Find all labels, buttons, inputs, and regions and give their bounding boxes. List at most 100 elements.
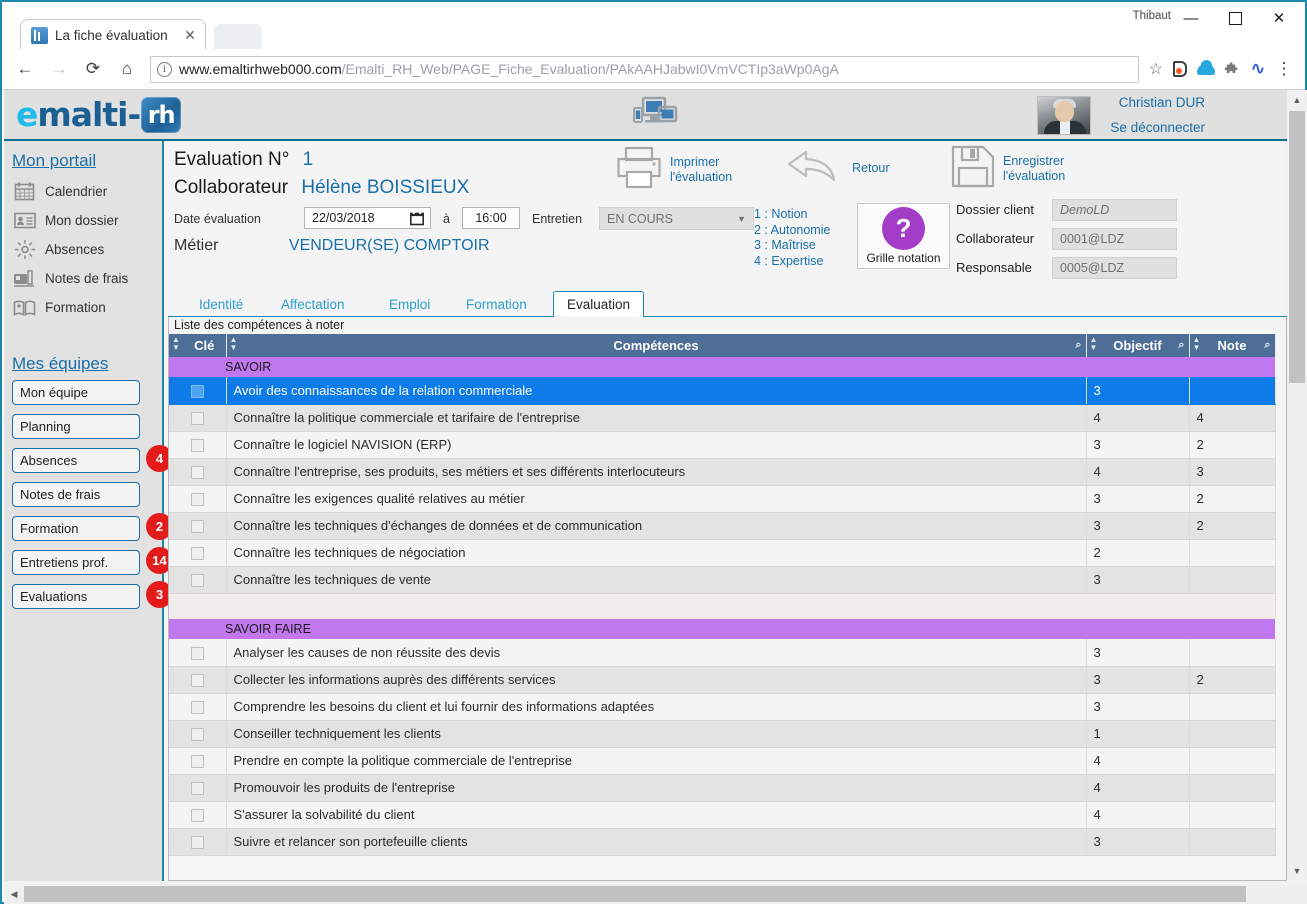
note-cell[interactable] xyxy=(1189,566,1276,594)
row-checkbox[interactable] xyxy=(190,701,204,715)
row-checkbox-cell[interactable] xyxy=(169,512,227,540)
sidebar-button-notes-de-frais[interactable]: Notes de frais xyxy=(12,482,140,507)
row-checkbox-cell[interactable] xyxy=(169,431,227,459)
tab-close-icon[interactable]: ✕ xyxy=(181,26,199,44)
row-checkbox[interactable] xyxy=(190,646,204,660)
entretien-select[interactable]: EN COURS ▼ xyxy=(599,207,754,230)
table-row[interactable]: Connaître les techniques de vente 3 xyxy=(169,566,1276,594)
row-checkbox[interactable] xyxy=(190,782,204,796)
objectif-cell[interactable]: 1 xyxy=(1086,720,1190,748)
note-cell[interactable]: 2 xyxy=(1189,431,1276,459)
sidebar-item-mon-dossier[interactable]: Mon dossier xyxy=(4,206,162,235)
row-checkbox[interactable] xyxy=(190,493,204,507)
row-checkbox-cell[interactable] xyxy=(169,666,227,694)
logout-link[interactable]: Se déconnecter xyxy=(1110,120,1205,135)
search-icon[interactable]: ⌕ xyxy=(1264,339,1270,352)
row-checkbox[interactable] xyxy=(190,384,204,398)
window-minimize-button[interactable]: — xyxy=(1169,4,1213,32)
row-checkbox[interactable] xyxy=(190,547,204,561)
sort-icon[interactable]: ▲ ▼ xyxy=(230,336,238,352)
responsable-code-input[interactable]: 0005@LDZ xyxy=(1052,256,1177,279)
sidebar-button-mon-equipe[interactable]: Mon équipe xyxy=(12,380,140,405)
search-icon[interactable]: ⌕ xyxy=(1075,339,1081,352)
row-checkbox[interactable] xyxy=(190,674,204,688)
objectif-cell[interactable]: 3 xyxy=(1086,639,1190,667)
vertical-scroll-thumb[interactable] xyxy=(1289,111,1305,383)
note-cell[interactable] xyxy=(1189,539,1276,567)
table-row[interactable]: Promouvoir les produits de l'entreprise 4 xyxy=(169,774,1276,802)
scroll-left-arrow[interactable]: ◀ xyxy=(4,884,24,904)
table-row[interactable]: Collecter les informations auprès des di… xyxy=(169,666,1276,694)
search-icon[interactable]: ⌕ xyxy=(1178,339,1184,352)
table-row[interactable]: Connaître l'entreprise, ses produits, se… xyxy=(169,458,1276,486)
scroll-up-arrow[interactable]: ▲ xyxy=(1287,90,1307,110)
sidebar-item-absences[interactable]: Absences xyxy=(4,235,162,264)
scroll-down-arrow[interactable]: ▼ xyxy=(1287,861,1307,881)
tab-identite[interactable]: Identité xyxy=(186,291,256,317)
row-checkbox-cell[interactable] xyxy=(169,485,227,513)
row-checkbox-cell[interactable] xyxy=(169,801,227,829)
table-row[interactable]: Connaître les techniques de négociation 2 xyxy=(169,539,1276,567)
note-cell[interactable] xyxy=(1189,801,1276,829)
note-cell[interactable]: 2 xyxy=(1189,512,1276,540)
print-evaluation-button[interactable]: Imprimer l'évaluation xyxy=(616,146,732,194)
objectif-cell[interactable]: 4 xyxy=(1086,458,1190,486)
table-row[interactable]: Avoir des connaissances de la relation c… xyxy=(169,377,1276,405)
sidebar-button-planning[interactable]: Planning xyxy=(12,414,140,439)
table-row[interactable]: Connaître les exigences qualité relative… xyxy=(169,485,1276,513)
calendar-picker-icon[interactable] xyxy=(410,211,424,229)
horizontal-scrollbar[interactable]: ◀ ▶ xyxy=(4,884,1307,904)
objectif-cell[interactable]: 3 xyxy=(1086,485,1190,513)
objectif-cell[interactable]: 4 xyxy=(1086,747,1190,775)
window-close-button[interactable]: ✕ xyxy=(1257,4,1301,32)
objectif-cell[interactable]: 3 xyxy=(1086,512,1190,540)
sidebar-button-entretiens-prof[interactable]: Entretiens prof. xyxy=(12,550,140,575)
save-evaluation-button[interactable]: Enregistrer l'évaluation xyxy=(951,145,1065,193)
sort-icon[interactable]: ▲ ▼ xyxy=(1193,336,1201,352)
row-checkbox[interactable] xyxy=(190,574,204,588)
row-checkbox-cell[interactable] xyxy=(169,377,227,405)
table-row[interactable]: Connaître la politique commerciale et ta… xyxy=(169,404,1276,432)
row-checkbox-cell[interactable] xyxy=(169,693,227,721)
row-checkbox-cell[interactable] xyxy=(169,774,227,802)
row-checkbox-cell[interactable] xyxy=(169,639,227,667)
browser-menu-icon[interactable]: ⋮ xyxy=(1271,56,1297,82)
grille-notation-button[interactable]: ? Grille notation xyxy=(857,203,950,269)
table-row[interactable]: Connaître le logiciel NAVISION (ERP) 3 2 xyxy=(169,431,1276,459)
row-checkbox-cell[interactable] xyxy=(169,458,227,486)
back-icon[interactable]: ← xyxy=(10,54,40,84)
row-checkbox-cell[interactable] xyxy=(169,539,227,567)
objectif-cell[interactable]: 2 xyxy=(1086,539,1190,567)
vertical-scrollbar[interactable]: ▲ ▼ xyxy=(1287,90,1307,881)
collaborateur-code-input[interactable]: 0001@LDZ xyxy=(1052,227,1177,250)
sidebar-item-notes-de-frais[interactable]: Notes de frais xyxy=(4,264,162,293)
table-row[interactable]: S'assurer la solvabilité du client 4 xyxy=(169,801,1276,829)
sidebar-portal-title[interactable]: Mon portail xyxy=(4,141,162,177)
note-cell[interactable] xyxy=(1189,747,1276,775)
sidebar-item-calendrier[interactable]: Calendrier xyxy=(4,177,162,206)
row-checkbox-cell[interactable] xyxy=(169,747,227,775)
row-checkbox-cell[interactable] xyxy=(169,566,227,594)
row-checkbox-cell[interactable] xyxy=(169,720,227,748)
note-cell[interactable]: 3 xyxy=(1189,458,1276,486)
chevron-down-icon[interactable]: ▼ xyxy=(737,214,746,224)
row-checkbox[interactable] xyxy=(190,728,204,742)
site-info-icon[interactable]: i xyxy=(157,61,172,77)
date-input[interactable]: 22/03/2018 xyxy=(304,207,431,229)
objectif-cell[interactable]: 3 xyxy=(1086,377,1190,405)
objectif-cell[interactable]: 3 xyxy=(1086,431,1190,459)
column-header-cle[interactable]: ▲ ▼ Clé xyxy=(169,334,227,357)
row-checkbox-cell[interactable] xyxy=(169,828,227,856)
column-header-objectif[interactable]: ▲ ▼ Objectif ⌕ xyxy=(1086,334,1190,357)
user-name-label[interactable]: Christian DUR xyxy=(1119,95,1205,110)
table-row[interactable]: Conseiller techniquement les clients 1 xyxy=(169,720,1276,748)
extension-cloud-icon[interactable] xyxy=(1193,56,1219,82)
objectif-cell[interactable]: 3 xyxy=(1086,666,1190,694)
tab-evaluation[interactable]: Evaluation xyxy=(553,291,645,318)
time-input[interactable]: 16:00 xyxy=(462,207,520,229)
row-checkbox[interactable] xyxy=(190,755,204,769)
column-header-note[interactable]: ▲ ▼ Note ⌕ xyxy=(1189,334,1276,357)
bookmark-star-icon[interactable]: ☆ xyxy=(1149,59,1163,79)
note-cell[interactable] xyxy=(1189,377,1276,405)
row-checkbox[interactable] xyxy=(190,520,204,534)
